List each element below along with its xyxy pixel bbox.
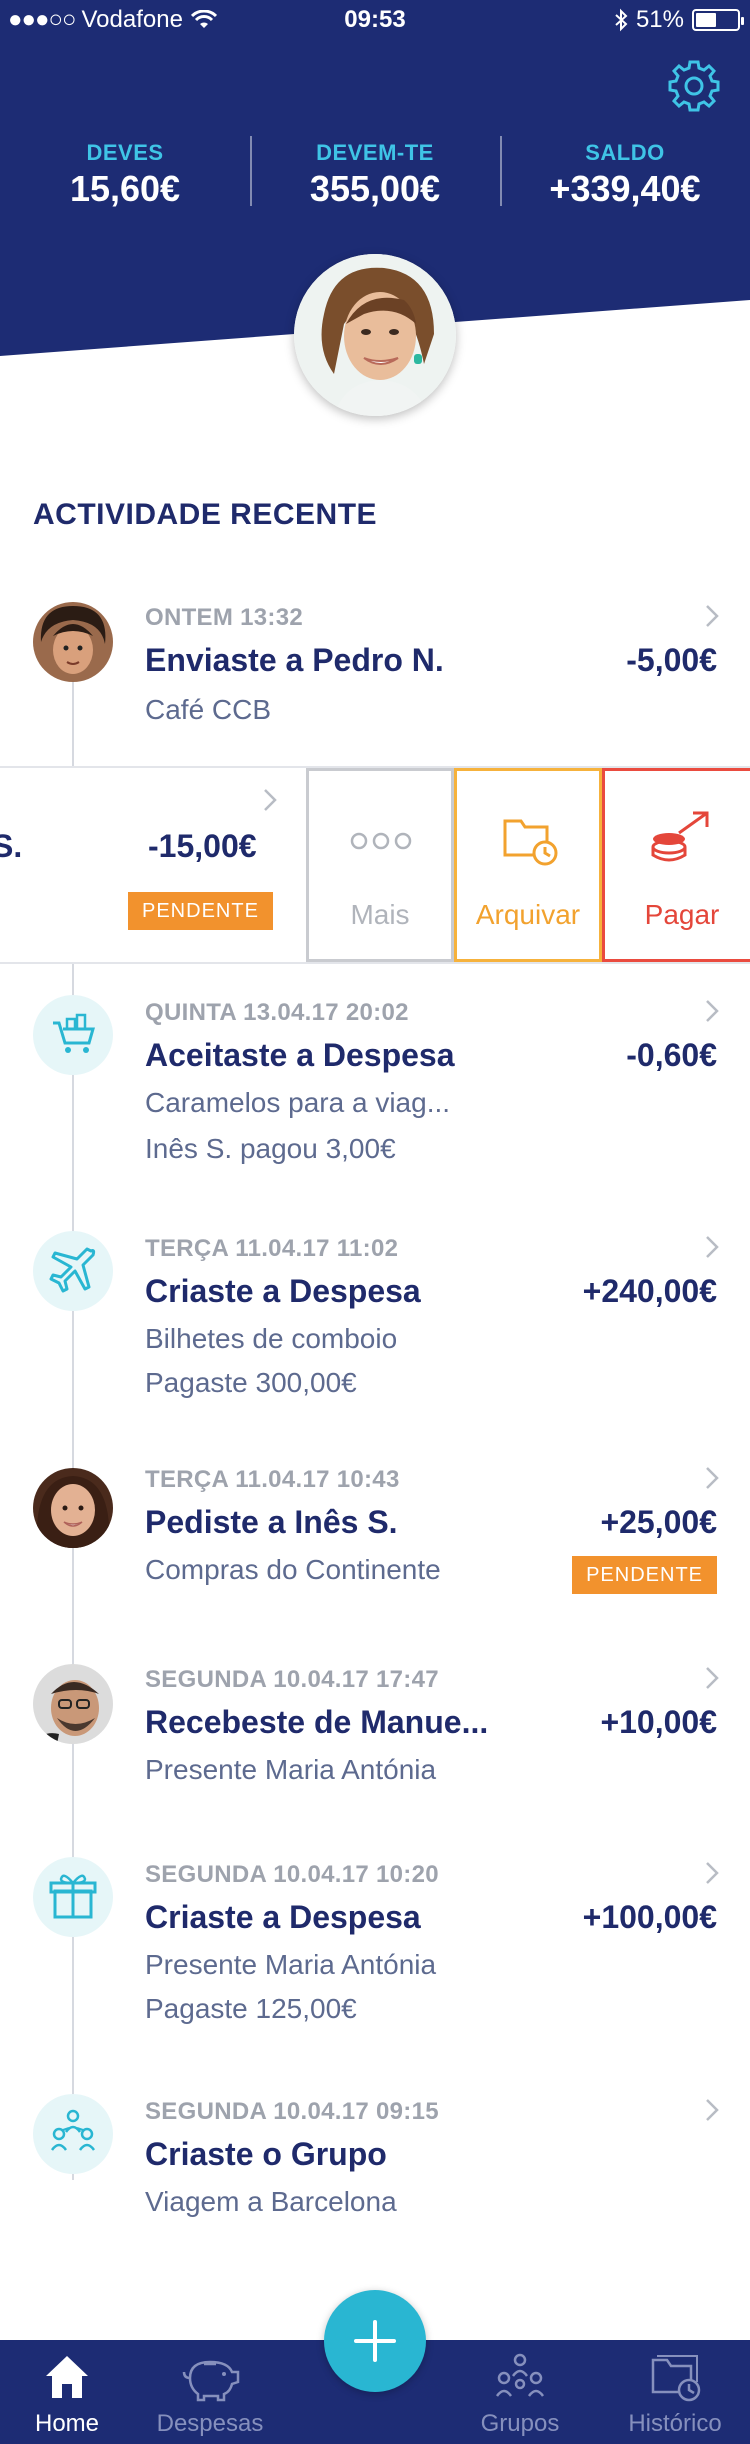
more-action-button[interactable]: Mais (306, 768, 454, 962)
activity-subtitle: Bilhetes de comboio (145, 1323, 398, 1354)
airplane-icon (33, 1231, 113, 1311)
activity-item[interactable]: QUINTA 13.04.17 20:02 Aceitaste a Despes… (0, 995, 750, 1205)
battery-icon (692, 9, 744, 31)
swiped-activity-row[interactable]: S. -15,00€ PENDENTE Mais Arquivar Pagar (0, 766, 750, 964)
action-label: Pagar (644, 899, 720, 930)
action-label: Mais (350, 899, 410, 930)
tab-grupos[interactable]: Grupos (448, 2340, 592, 2444)
status-bar: ●●●○○ Vodafone 09:53 51% (0, 0, 750, 40)
chevron-right-icon (264, 789, 277, 811)
swiped-amount: -15,00€ (148, 828, 257, 864)
swiped-title: S. (0, 828, 23, 864)
activity-subtitle: Presente Maria Antónia (145, 1949, 437, 1980)
activity-item[interactable]: SEGUNDA 10.04.17 17:47 Recebeste de Manu… (0, 1664, 750, 1834)
tab-historico[interactable]: Histórico (600, 2340, 750, 2444)
activity-timestamp: SEGUNDA 10.04.17 10:20 (145, 1861, 439, 1888)
shopping-cart-icon (33, 995, 113, 1075)
summary-devem-te[interactable]: DEVEM-TE 355,00€ (250, 136, 500, 210)
chevron-right-icon (706, 1667, 719, 1689)
groups-icon (495, 2353, 545, 2397)
action-label: Arquivar (475, 899, 581, 930)
summary-label: SALDO (585, 140, 665, 165)
summary-value: 15,60€ (69, 168, 181, 209)
profile-avatar[interactable] (294, 254, 456, 416)
tab-home[interactable]: Home (0, 2340, 134, 2444)
chevron-right-icon (706, 2099, 719, 2121)
chevron-right-icon (706, 1000, 719, 1022)
pay-coins-icon (651, 811, 709, 862)
pending-badge: PENDENTE (572, 1556, 717, 1594)
activity-item[interactable]: ONTEM 13:32 Enviaste a Pedro N. Café CCB… (0, 598, 750, 768)
gift-icon (33, 1857, 113, 1937)
profile-photo (294, 254, 456, 416)
activity-subtitle: Caramelos para a viag... (145, 1087, 451, 1118)
activity-timestamp: SEGUNDA 10.04.17 09:15 (145, 2098, 439, 2125)
activity-detail: Inês S. pagou 3,00€ (145, 1133, 396, 1164)
balance-summary: DEVES 15,60€ DEVEM-TE 355,00€ SALDO +339… (0, 136, 750, 210)
activity-subtitle: Viagem a Barcelona (145, 2186, 397, 2217)
plus-icon (354, 2320, 396, 2362)
chevron-right-icon (706, 1862, 719, 1884)
tab-despesas[interactable]: Despesas (134, 2340, 286, 2444)
activity-timestamp: SEGUNDA 10.04.17 17:47 (145, 1666, 439, 1693)
activity-amount: -0,60€ (626, 1037, 717, 1073)
tab-label: Grupos (480, 2410, 560, 2437)
activity-amount: +100,00€ (582, 1899, 717, 1935)
tab-label: Home (34, 2410, 100, 2437)
activity-subtitle: Compras do Continente (145, 1554, 441, 1585)
archive-folder-icon (503, 819, 558, 866)
activity-timestamp: ONTEM 13:32 (145, 604, 304, 631)
activity-title: Enviaste a Pedro N. (145, 642, 444, 678)
chevron-right-icon (706, 605, 719, 627)
group-icon (33, 2094, 113, 2174)
activity-amount: -5,00€ (626, 642, 717, 678)
chevron-right-icon (706, 1236, 719, 1258)
piggy-bank-icon (182, 2360, 240, 2402)
activity-timestamp: TERÇA 11.04.17 11:02 (145, 1235, 399, 1262)
activity-title: Criaste o Grupo (145, 2136, 387, 2172)
archive-action-button[interactable]: Arquivar (454, 768, 602, 962)
tab-label: Despesas (156, 2410, 264, 2437)
activity-timestamp: QUINTA 13.04.17 20:02 (145, 999, 409, 1026)
activity-amount: +25,00€ (600, 1504, 717, 1540)
activity-amount: +240,00€ (582, 1273, 717, 1309)
pay-action-button[interactable]: Pagar (602, 768, 750, 962)
home-icon (46, 2356, 88, 2398)
settings-gear-icon[interactable] (664, 56, 724, 116)
activity-title: Aceitaste a Despesa (145, 1037, 455, 1073)
more-dots-icon (350, 832, 412, 850)
summary-deves[interactable]: DEVES 15,60€ (0, 140, 250, 210)
summary-label: DEVES (86, 140, 164, 165)
section-title: ACTIVIDADE RECENTE (33, 498, 378, 531)
chevron-right-icon (706, 1467, 719, 1489)
activity-subtitle: Café CCB (145, 694, 272, 725)
activity-item[interactable]: TERÇA 11.04.17 10:43 Pediste a Inês S. C… (0, 1466, 750, 1636)
add-button[interactable] (324, 2290, 426, 2392)
activity-amount: +10,00€ (600, 1704, 717, 1740)
summary-value: 355,00€ (309, 168, 441, 209)
activity-title: Pediste a Inês S. (145, 1504, 398, 1540)
avatar-pedro (33, 602, 113, 682)
avatar-ines (33, 1468, 113, 1548)
avatar-manuel (33, 1664, 113, 1744)
summary-label: DEVEM-TE (316, 140, 434, 165)
activity-item[interactable]: SEGUNDA 10.04.17 09:15 Criaste o Grupo V… (0, 2094, 750, 2234)
summary-saldo[interactable]: SALDO +339,40€ (500, 136, 750, 210)
bluetooth-icon (615, 8, 628, 32)
activity-title: Criaste a Despesa (145, 1273, 421, 1309)
activity-item[interactable]: SEGUNDA 10.04.17 10:20 Criaste a Despesa… (0, 1857, 750, 2067)
activity-item[interactable]: TERÇA 11.04.17 11:02 Criaste a Despesa B… (0, 1231, 750, 1441)
activity-title: Recebeste de Manue... (145, 1704, 489, 1740)
activity-timestamp: TERÇA 11.04.17 10:43 (145, 1466, 400, 1493)
activity-detail: Pagaste 125,00€ (145, 1993, 357, 2024)
tab-label: Histórico (628, 2410, 722, 2437)
battery-percent: 51% (635, 6, 684, 33)
pending-badge: PENDENTE (128, 892, 273, 930)
activity-subtitle: Presente Maria Antónia (145, 1754, 437, 1785)
history-folder-icon (651, 2355, 701, 2402)
activity-title: Criaste a Despesa (145, 1899, 421, 1935)
activity-detail: Pagaste 300,00€ (145, 1367, 357, 1398)
summary-value: +339,40€ (549, 168, 701, 209)
